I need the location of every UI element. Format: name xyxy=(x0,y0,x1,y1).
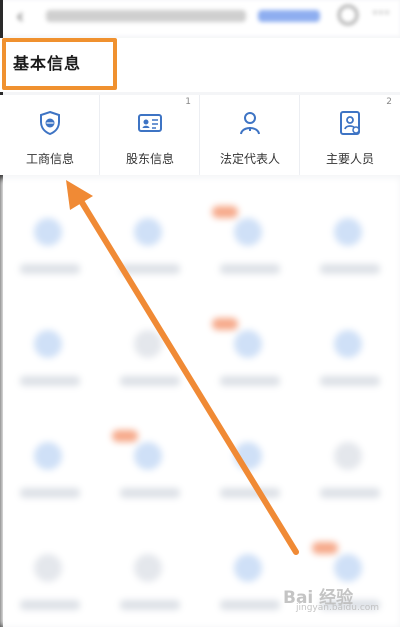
card-label: 主要人员 xyxy=(325,152,374,166)
blurred-cell xyxy=(200,178,300,290)
card-key-personnel[interactable]: 2 主要人员 xyxy=(300,95,400,175)
highlight-box xyxy=(2,38,117,90)
back-arrow-icon[interactable]: ‹ xyxy=(16,4,24,28)
blurred-cell xyxy=(100,178,200,290)
blurred-tag xyxy=(258,10,320,22)
card-count: 1 xyxy=(185,97,191,107)
blurred-cell xyxy=(0,402,100,514)
card-label: 股东信息 xyxy=(125,152,174,166)
top-nav-bar: ‹ ⋯ xyxy=(0,0,400,36)
card-count: 2 xyxy=(386,97,392,107)
card-legal-representative[interactable]: 法定代表人 xyxy=(200,95,300,175)
shield-icon xyxy=(40,110,60,136)
blurred-cell xyxy=(200,402,300,514)
blurred-cell xyxy=(0,514,100,626)
blurred-cell xyxy=(200,514,300,626)
more-icon[interactable]: ⋯ xyxy=(372,2,390,23)
id-card-icon xyxy=(138,114,162,132)
card-shareholder-info[interactable]: 1 股东信息 xyxy=(100,95,200,175)
blurred-cell xyxy=(100,514,200,626)
card-business-info[interactable]: 工商信息 xyxy=(0,95,100,175)
person-icon xyxy=(240,112,260,135)
blurred-cell xyxy=(100,290,200,402)
blurred-feature-grid xyxy=(0,178,400,627)
blurred-cell xyxy=(0,290,100,402)
blurred-cell xyxy=(300,290,400,402)
blurred-cell xyxy=(100,402,200,514)
blurred-cell xyxy=(300,402,400,514)
basic-info-cards: 工商信息 1 股东信息 法定代表人 2 主要人员 xyxy=(0,95,400,175)
card-label: 法定代表人 xyxy=(219,152,280,166)
blurred-title xyxy=(46,10,246,22)
card-label: 工商信息 xyxy=(25,152,74,166)
blurred-cell xyxy=(0,178,100,290)
watermark-sub: jingyan.baidu.com xyxy=(296,603,380,613)
search-icon[interactable] xyxy=(338,5,358,25)
profile-document-icon xyxy=(340,111,360,135)
blurred-cell xyxy=(200,290,300,402)
blurred-cell xyxy=(300,178,400,290)
